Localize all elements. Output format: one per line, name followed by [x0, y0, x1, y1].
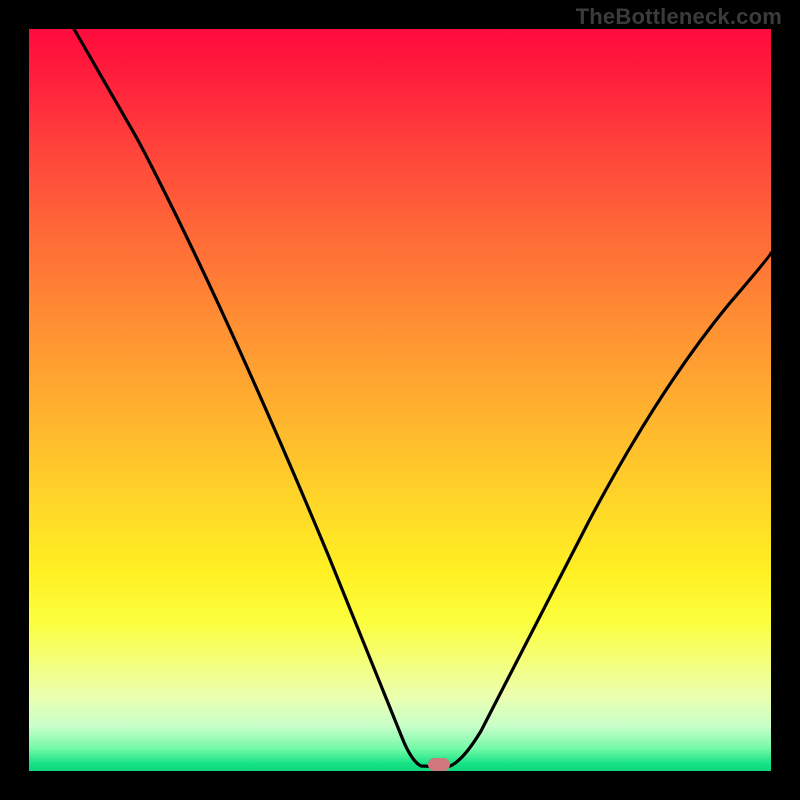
chart-frame: TheBottleneck.com — [0, 0, 800, 800]
plot-area — [29, 29, 771, 771]
optimum-marker — [428, 758, 450, 771]
bottleneck-curve — [29, 29, 771, 771]
watermark-text: TheBottleneck.com — [576, 4, 782, 30]
